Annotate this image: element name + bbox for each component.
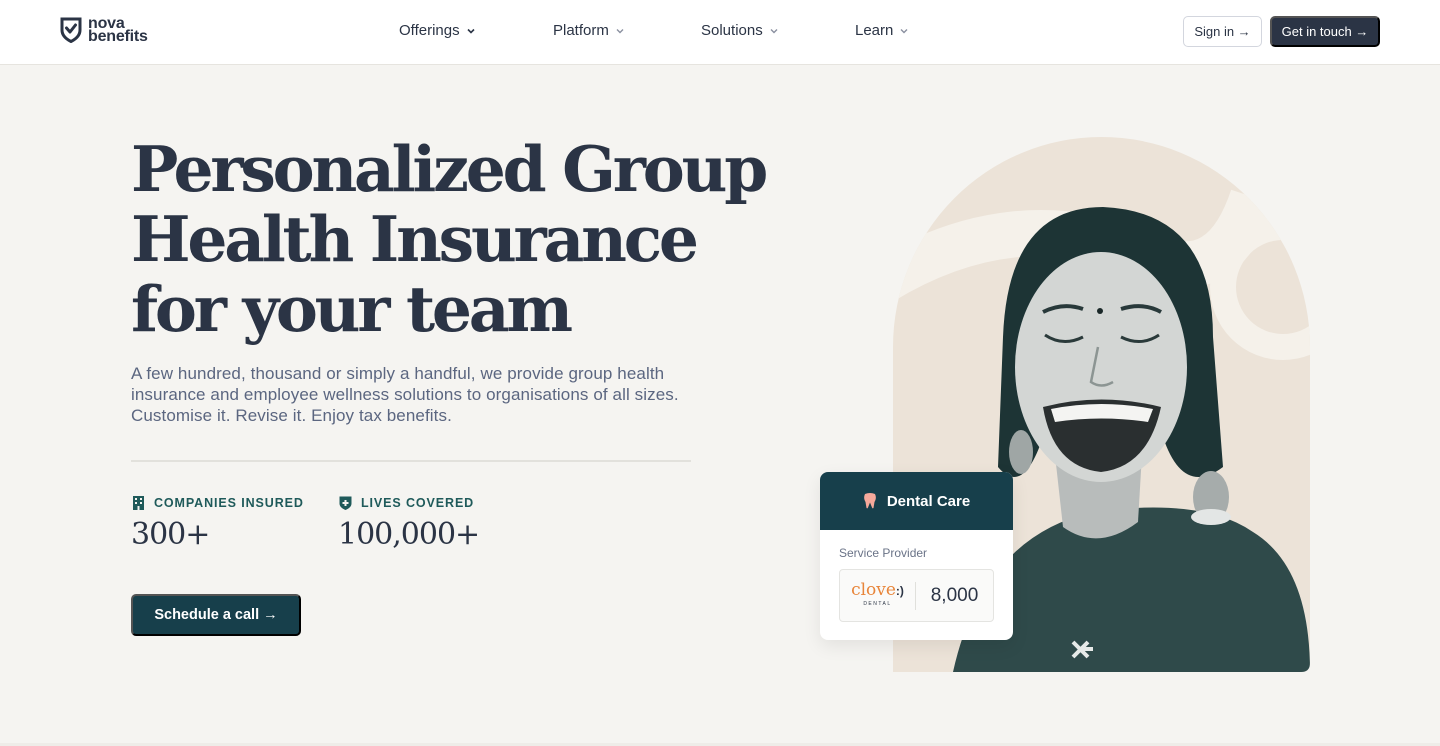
get-in-touch-button[interactable]: Get in touch → [1270,16,1380,47]
menu-label: Offerings [399,22,460,39]
card-subtitle: Service Provider [839,546,928,560]
provider-count: 8,000 [930,584,979,606]
sign-in-button[interactable]: Sign in → [1183,16,1262,47]
building-icon [133,496,144,510]
clove-wordmark: clove:) [840,579,915,600]
top-navigation: nova benefits Offerings Platform Solutio… [0,0,1440,65]
hero-description: A few hundred, thousand or simply a hand… [131,364,679,425]
stat-companies-insured: COMPANIES INSURED 300+ [131,495,304,552]
dental-care-card: Dental Care Service Provider clove:) DEN… [820,472,1013,640]
stat-value: 100,000+ [338,517,480,552]
menu-item-offerings[interactable]: Offerings [399,22,476,39]
menu-label: Learn [855,22,894,39]
chevron-down-icon [770,28,778,33]
provider-row: clove:) DENTAL 8,000 [839,569,994,622]
menu-item-learn[interactable]: Learn [855,22,909,39]
clove-dental-logo: clove:) DENTAL [840,579,916,610]
headline-line-3: for your team [131,272,573,346]
clove-smile: :) [895,583,904,598]
card-header: Dental Care [820,472,1013,530]
chevron-down-icon [900,28,908,33]
shield-plus-icon [339,496,352,510]
headline-line-2: Health Insurance [131,202,699,276]
tooth-icon [863,493,876,509]
headline-line-1: Personalized Group [131,132,768,206]
card-title: Dental Care [886,492,971,510]
menu-label: Platform [553,22,609,39]
stat-lives-covered: LIVES COVERED 100,000+ [338,495,480,552]
menu-item-platform[interactable]: Platform [553,22,625,39]
hero-divider [131,460,691,462]
schedule-call-button[interactable]: Schedule a call → [131,594,301,636]
chevron-down-icon [616,28,624,33]
stat-label-row: COMPANIES INSURED [131,495,304,511]
clove-name: clove [851,579,896,600]
menu-item-solutions[interactable]: Solutions [701,22,779,39]
stat-label: LIVES COVERED [361,496,475,510]
clove-tagline: DENTAL [863,600,892,607]
hero-headline: Personalized Group Health Insurance for … [131,134,771,344]
chevron-down-icon [467,28,475,34]
stat-label: COMPANIES INSURED [154,496,304,510]
stat-label-row: LIVES COVERED [338,495,479,511]
menu-label: Solutions [701,22,763,39]
stat-value: 300+ [131,517,210,552]
